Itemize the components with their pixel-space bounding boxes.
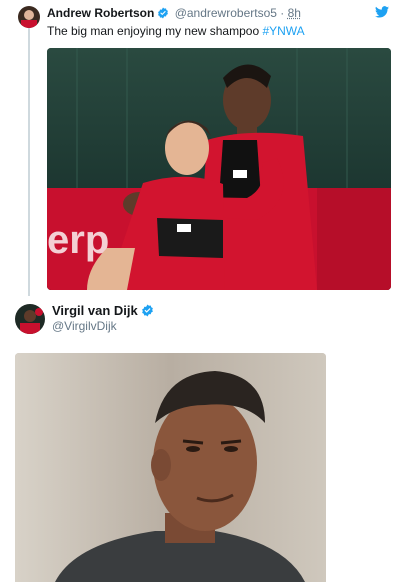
verified-badge-icon xyxy=(157,7,169,19)
verified-badge-icon xyxy=(141,304,154,317)
tweet-text: The big man enjoying my new shampoo #YNW… xyxy=(47,24,305,38)
reply-author-handle[interactable]: @VirgilvDijk xyxy=(52,319,117,333)
twitter-bird-icon[interactable] xyxy=(375,6,389,18)
thread-connector-line xyxy=(28,28,30,296)
reply-photo[interactable] xyxy=(15,353,326,582)
avatar[interactable] xyxy=(18,6,40,28)
author-handle[interactable]: @andrewrobertso5 xyxy=(175,6,277,20)
reply-author-name[interactable]: Virgil van Dijk xyxy=(52,303,138,318)
svg-text:erp: erp xyxy=(47,218,109,262)
tweet-header: Andrew Robertson @andrewrobertso5 · 8h xyxy=(47,6,301,20)
reply-header: Virgil van Dijk xyxy=(52,303,156,318)
tweet-body: The big man enjoying my new shampoo xyxy=(47,24,263,38)
tweet-photo[interactable]: erp xyxy=(47,48,391,290)
avatar[interactable] xyxy=(15,304,45,334)
separator-dot: · xyxy=(280,6,285,20)
hashtag-link[interactable]: #YNWA xyxy=(262,24,304,38)
author-name[interactable]: Andrew Robertson xyxy=(47,6,154,20)
tweet-timestamp[interactable]: 8h xyxy=(288,6,301,20)
